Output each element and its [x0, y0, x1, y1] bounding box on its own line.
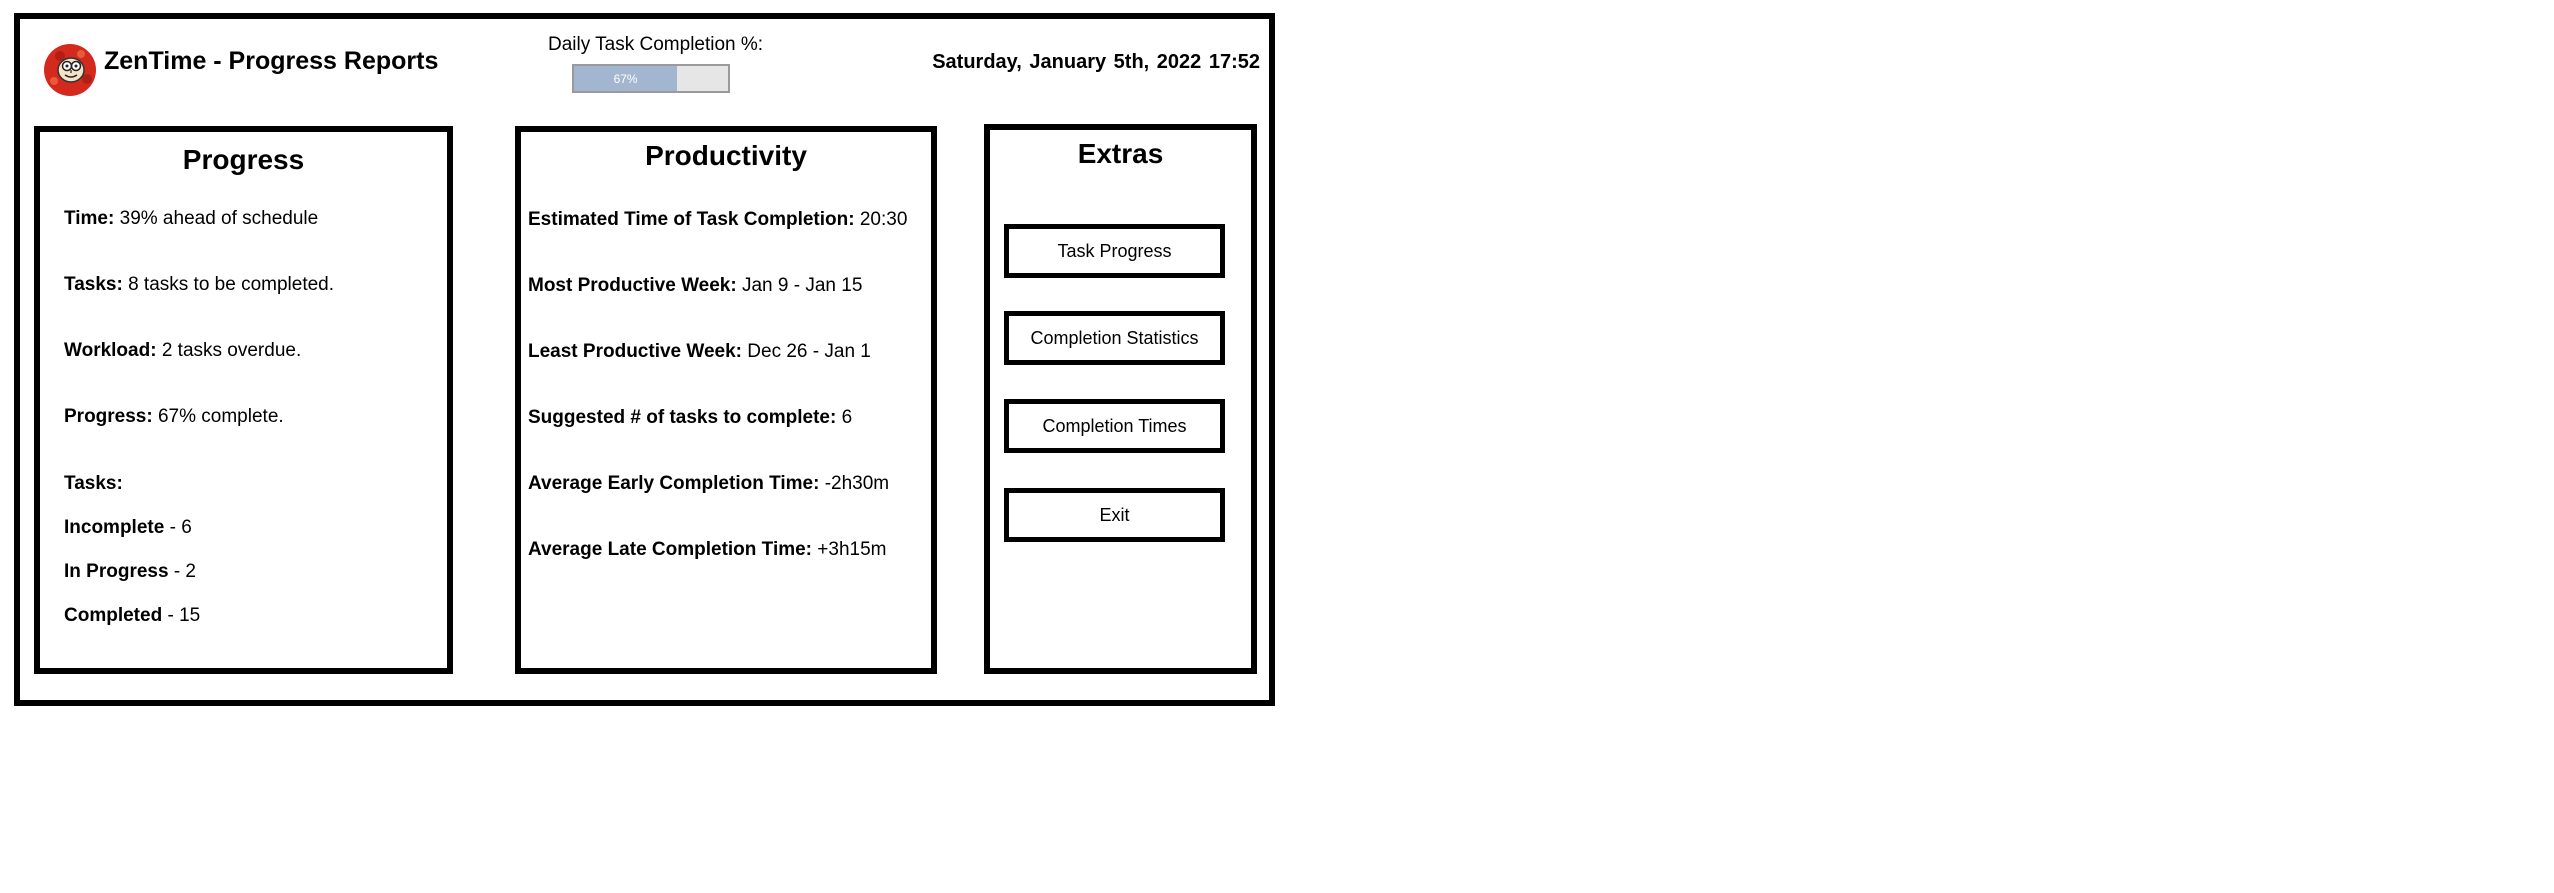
- zentime-window: ZenTime - Progress Reports Daily Task Co…: [14, 13, 1275, 706]
- progress-panel-title: Progress: [182, 144, 305, 175]
- tasks-value: 8 tasks to be completed.: [122, 274, 335, 295]
- time-row: Time: 39% ahead of schedule: [64, 208, 318, 230]
- zentime-logo-icon: [44, 44, 96, 96]
- average-late-completion-value: +3h15m: [812, 539, 887, 560]
- average-late-completion-label: Average Late Completion Time:: [528, 539, 813, 560]
- tasks-heading: Tasks:: [64, 473, 123, 494]
- exit-button[interactable]: Exit: [1004, 488, 1225, 542]
- progress-label: Progress:: [64, 406, 153, 427]
- in-progress-value: - 2: [168, 561, 196, 582]
- most-productive-week-label: Most Productive Week:: [528, 275, 737, 296]
- workload-row: Workload: 2 tasks overdue.: [64, 340, 301, 362]
- completion-statistics-button[interactable]: Completion Statistics: [1004, 311, 1225, 365]
- task-progress-button[interactable]: Task Progress: [1004, 224, 1225, 278]
- suggested-tasks-label: Suggested # of tasks to complete:: [528, 407, 837, 428]
- extras-panel: Extras Task Progress Completion Statisti…: [984, 124, 1257, 674]
- suggested-tasks-value: 6: [836, 407, 853, 428]
- app-title: ZenTime - Progress Reports: [104, 47, 439, 75]
- workload-value: 2 tasks overdue.: [156, 340, 302, 361]
- tasks-label: Tasks:: [64, 274, 123, 295]
- in-progress-row: In Progress - 2: [64, 561, 196, 583]
- incomplete-row: Incomplete - 6: [64, 517, 192, 539]
- current-datetime: Saturday, January 5th, 2022 17:52: [932, 51, 1260, 73]
- progress-row: Progress: 67% complete.: [64, 406, 284, 428]
- least-productive-week-value: Dec 26 - Jan 1: [742, 341, 871, 362]
- incomplete-value: - 6: [164, 517, 192, 538]
- estimated-completion-row: Estimated Time of Task Completion: 20:30: [528, 209, 907, 231]
- average-early-completion-label: Average Early Completion Time:: [528, 473, 820, 494]
- average-late-completion-row: Average Late Completion Time: +3h15m: [528, 539, 887, 561]
- productivity-panel-title: Productivity: [645, 140, 807, 171]
- daily-completion-progress-bar: 67%: [572, 64, 730, 93]
- productivity-panel: Productivity Estimated Time of Task Comp…: [515, 126, 937, 674]
- time-label: Time:: [64, 208, 115, 229]
- daily-completion-label: Daily Task Completion %:: [548, 34, 764, 55]
- average-early-completion-value: -2h30m: [819, 473, 890, 494]
- least-productive-week-row: Least Productive Week: Dec 26 - Jan 1: [528, 341, 871, 363]
- daily-completion-progress-text: 67%: [613, 71, 638, 86]
- time-value: 39% ahead of schedule: [114, 208, 319, 229]
- tasks-heading-row: Tasks:: [64, 473, 123, 495]
- progress-panel: Progress Time: 39% ahead of schedule Tas…: [34, 126, 453, 674]
- extras-panel-title: Extras: [1077, 138, 1164, 169]
- progress-value: 67% complete.: [152, 406, 284, 427]
- average-early-completion-row: Average Early Completion Time: -2h30m: [528, 473, 889, 495]
- incomplete-label: Incomplete: [64, 517, 165, 538]
- estimated-completion-label: Estimated Time of Task Completion:: [528, 209, 855, 230]
- workload-label: Workload:: [64, 340, 157, 361]
- completion-times-button[interactable]: Completion Times: [1004, 399, 1225, 453]
- most-productive-week-value: Jan 9 - Jan 15: [736, 275, 863, 296]
- completed-row: Completed - 15: [64, 605, 200, 627]
- completed-value: - 15: [162, 605, 201, 626]
- least-productive-week-label: Least Productive Week:: [528, 341, 743, 362]
- in-progress-label: In Progress: [64, 561, 169, 582]
- suggested-tasks-row: Suggested # of tasks to complete: 6: [528, 407, 852, 429]
- most-productive-week-row: Most Productive Week: Jan 9 - Jan 15: [528, 275, 862, 297]
- estimated-completion-value: 20:30: [854, 209, 908, 230]
- completed-label: Completed: [64, 605, 163, 626]
- tasks-row: Tasks: 8 tasks to be completed.: [64, 274, 334, 296]
